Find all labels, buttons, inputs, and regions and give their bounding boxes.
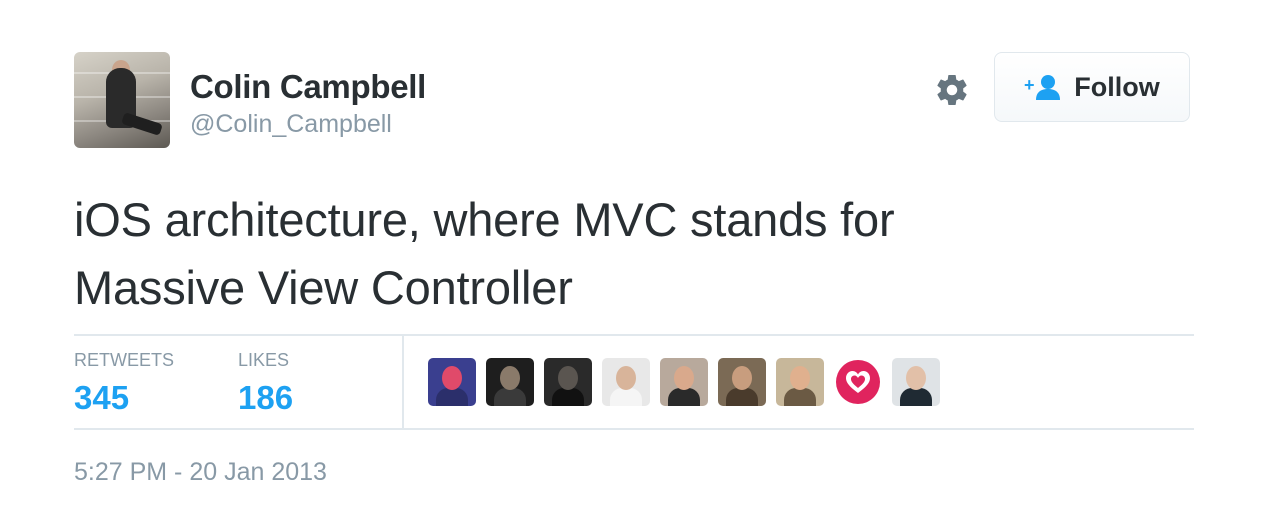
likes-stat[interactable]: LIKES 186 [238, 350, 293, 417]
tweet-text: iOS architecture, where MVC stands for M… [74, 186, 1194, 322]
follow-button[interactable]: + Follow [994, 52, 1190, 122]
liker-avatar[interactable] [776, 358, 824, 406]
retweets-count: 345 [74, 379, 130, 416]
author-name[interactable]: Colin Campbell [190, 68, 426, 106]
liker-avatar[interactable] [428, 358, 476, 406]
liker-avatar[interactable] [660, 358, 708, 406]
liker-avatar[interactable] [544, 358, 592, 406]
tweet-timestamp[interactable]: 5:27 PM - 20 Jan 2013 [74, 458, 327, 487]
liker-avatar[interactable] [486, 358, 534, 406]
likes-count: 186 [238, 379, 294, 416]
liker-face [790, 366, 810, 390]
tweet-text-line2: Massive View Controller [74, 261, 573, 314]
liker-face [674, 366, 694, 390]
liker-face [616, 366, 636, 390]
divider-bottom [74, 428, 1194, 430]
liker-avatar[interactable] [718, 358, 766, 406]
liker-body [900, 388, 932, 406]
liker-avatar[interactable] [602, 358, 650, 406]
gear-icon[interactable] [934, 72, 970, 108]
liker-body [552, 388, 584, 406]
heart-logo-icon [836, 360, 880, 404]
svg-text:+: + [1024, 75, 1035, 95]
liker-face [442, 366, 462, 390]
liker-face [500, 366, 520, 390]
follow-label: Follow [1074, 71, 1160, 102]
liker-face [732, 366, 752, 390]
likes-label: LIKES [238, 350, 290, 370]
liker-body [436, 388, 468, 406]
liker-body [494, 388, 526, 406]
author-handle[interactable]: @Colin_Campbell [190, 110, 392, 139]
liker-body [784, 388, 816, 406]
liker-body [726, 388, 758, 406]
liker-body [610, 388, 642, 406]
author-avatar[interactable] [74, 52, 170, 148]
liker-face [558, 366, 578, 390]
retweets-label: RETWEETS [74, 350, 175, 370]
liker-face [906, 366, 926, 390]
add-user-icon: + [1024, 75, 1061, 100]
liker-body [668, 388, 700, 406]
liker-avatar[interactable] [834, 358, 882, 406]
likers-avatar-list [428, 358, 940, 406]
tweet-text-line1: iOS architecture, where MVC stands for [74, 193, 895, 246]
divider-top [74, 334, 1194, 336]
retweets-stat[interactable]: RETWEETS 345 [74, 350, 174, 417]
liker-avatar[interactable] [892, 358, 940, 406]
stats-divider [402, 336, 404, 428]
